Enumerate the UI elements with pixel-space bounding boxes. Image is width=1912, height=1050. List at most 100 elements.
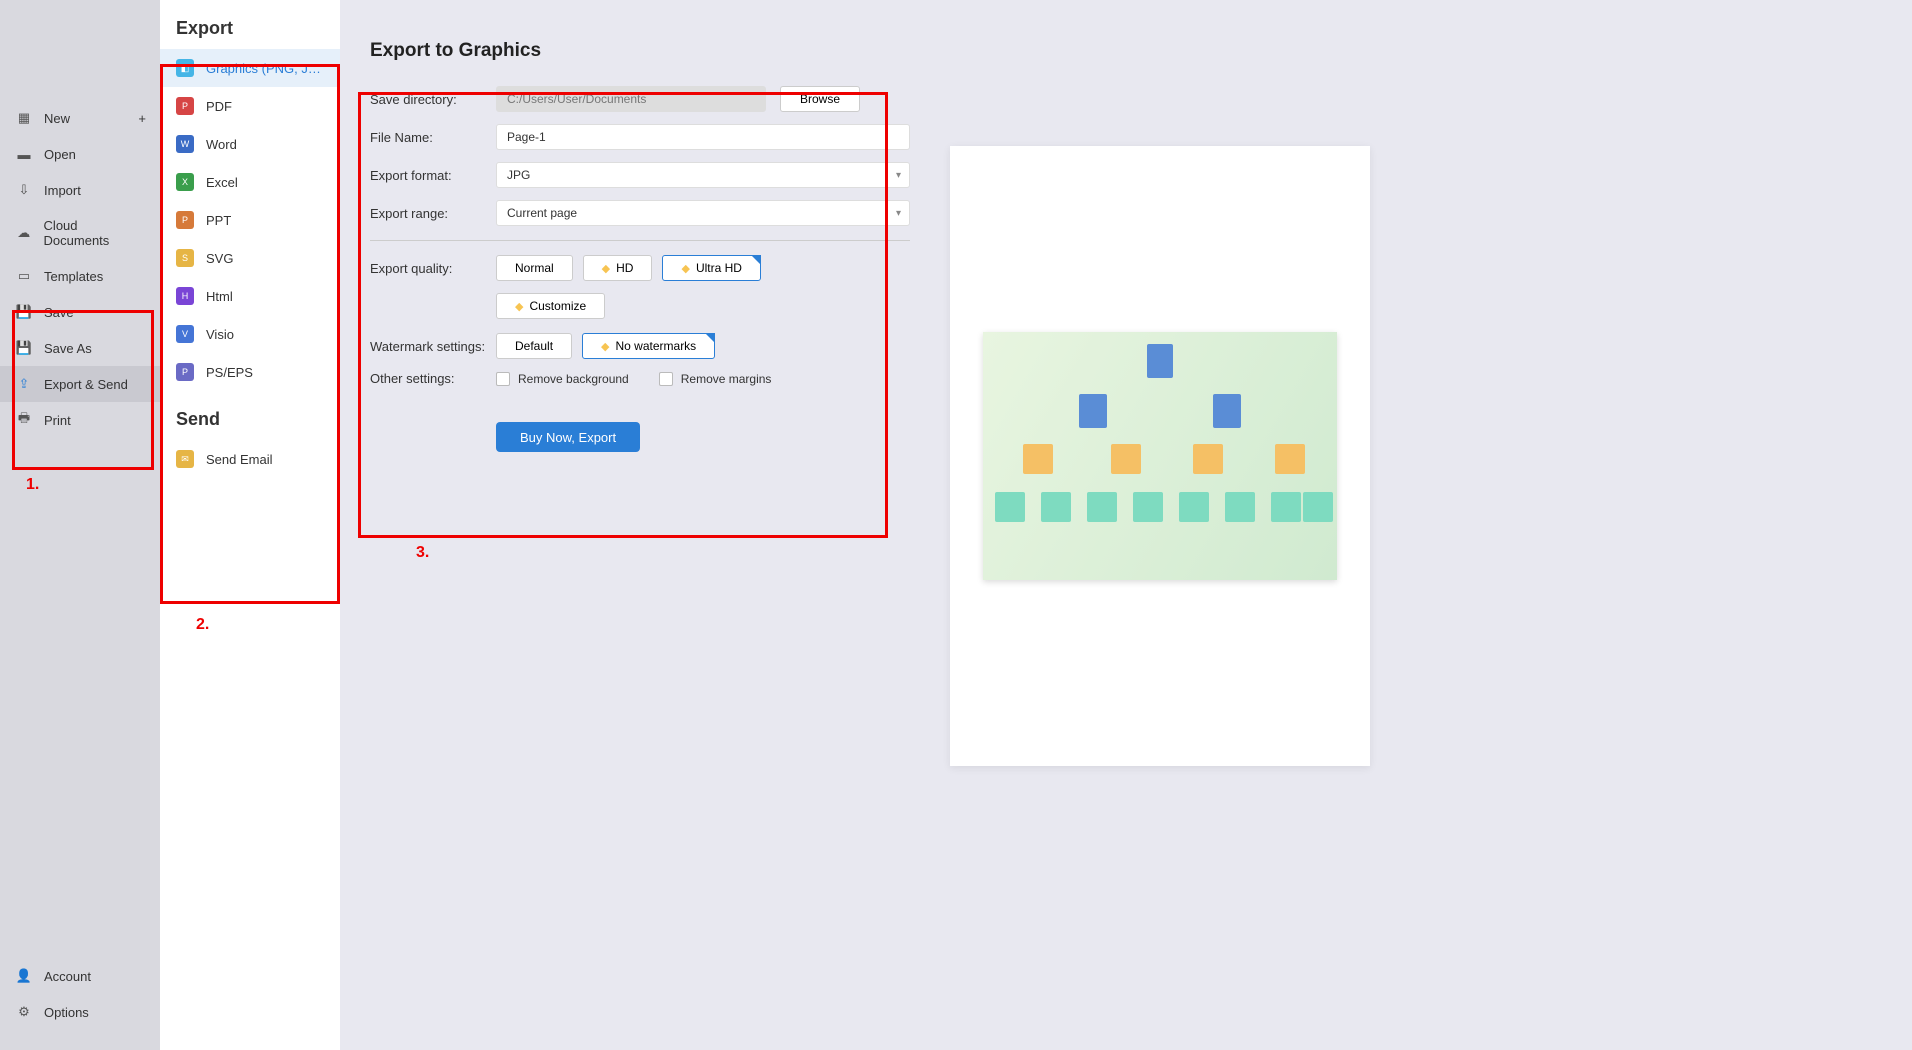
org-chart-node: [1111, 444, 1141, 474]
checkbox-icon: [659, 372, 673, 386]
ppt-icon: P: [176, 211, 194, 229]
org-chart-node: [1147, 344, 1173, 378]
quality-ultra-hd[interactable]: ◆Ultra HD: [662, 255, 760, 281]
export-svg[interactable]: S SVG: [160, 239, 340, 277]
export-format-panel: Export ◧ Graphics (PNG, JPG e... P PDF W…: [160, 0, 340, 1050]
org-chart-node: [1303, 492, 1333, 522]
export-ppt[interactable]: P PPT: [160, 201, 340, 239]
remove-background-checkbox[interactable]: Remove background: [496, 372, 629, 386]
quality-normal[interactable]: Normal: [496, 255, 573, 281]
other-options: Remove background Remove margins: [496, 372, 771, 386]
menu-cloud[interactable]: ☁ Cloud Documents: [0, 208, 160, 258]
account-icon: 👤: [16, 968, 32, 984]
print-icon: 🖶: [16, 412, 32, 428]
export-graphics-label: Graphics (PNG, JPG e...: [206, 61, 324, 76]
diamond-icon: ◆: [515, 300, 523, 313]
menu-import-label: Import: [44, 183, 81, 198]
annotation-label-2: 2.: [196, 616, 209, 634]
graphics-icon: ◧: [176, 59, 194, 77]
org-chart-node: [1087, 492, 1117, 522]
menu-templates[interactable]: ▭ Templates: [0, 258, 160, 294]
range-value: Current page: [507, 206, 577, 220]
org-chart-node: [1133, 492, 1163, 522]
org-chart-node: [1225, 492, 1255, 522]
diamond-icon: ◆: [601, 340, 609, 353]
quality-row: Export quality: Normal ◆HD ◆Ultra HD: [370, 255, 910, 281]
divider: [370, 240, 910, 241]
format-value: JPG: [507, 168, 530, 182]
folder-icon: ▬: [16, 146, 32, 162]
quality-customize[interactable]: ◆Customize: [496, 293, 605, 319]
file-name-label: File Name:: [370, 130, 496, 145]
format-row: Export format: JPG: [370, 162, 910, 188]
menu-options-label: Options: [44, 1005, 89, 1020]
export-pdf[interactable]: P PDF: [160, 87, 340, 125]
org-chart-node: [1079, 394, 1107, 428]
menu-save-as[interactable]: 💾 Save As: [0, 330, 160, 366]
export-pdf-label: PDF: [206, 99, 232, 114]
export-word-label: Word: [206, 137, 237, 152]
watermark-default[interactable]: Default: [496, 333, 572, 359]
save-icon: 💾: [16, 304, 32, 320]
export-submit-button[interactable]: Buy Now, Export: [496, 422, 640, 452]
menu-cloud-label: Cloud Documents: [44, 218, 144, 248]
save-dir-row: Save directory: Browse: [370, 86, 910, 112]
export-excel-label: Excel: [206, 175, 238, 190]
other-label: Other settings:: [370, 371, 496, 386]
menu-options[interactable]: ⚙ Options: [0, 994, 160, 1030]
template-icon: ▭: [16, 268, 32, 284]
export-visio-label: Visio: [206, 327, 234, 342]
menu-print[interactable]: 🖶 Print: [0, 402, 160, 438]
menu-open-label: Open: [44, 147, 76, 162]
org-chart-node: [1023, 444, 1053, 474]
diamond-icon: ◆: [602, 262, 610, 275]
file-name-input[interactable]: [496, 124, 910, 150]
browse-button[interactable]: Browse: [780, 86, 860, 112]
watermark-row: Watermark settings: Default ◆No watermar…: [370, 333, 910, 359]
org-chart-node: [1041, 492, 1071, 522]
menu-save-as-label: Save As: [44, 341, 92, 356]
quality-options: Normal ◆HD ◆Ultra HD: [496, 255, 761, 281]
preview-image: [983, 332, 1337, 580]
menu-export-send[interactable]: ⇪ Export & Send: [0, 366, 160, 402]
import-icon: ⇩: [16, 182, 32, 198]
export-visio[interactable]: V Visio: [160, 315, 340, 353]
file-menu-sidebar: ▦ New + ▬ Open ⇩ Import ☁ Cloud Document…: [0, 0, 160, 1050]
send-email[interactable]: ✉ Send Email: [160, 440, 340, 478]
plus-icon: ▦: [16, 110, 32, 126]
quality-hd[interactable]: ◆HD: [583, 255, 653, 281]
sidebar-bottom: 👤 Account ⚙ Options: [0, 958, 160, 1030]
export-html[interactable]: H Html: [160, 277, 340, 315]
add-icon[interactable]: +: [138, 111, 146, 126]
excel-icon: X: [176, 173, 194, 191]
annotation-label-3: 3.: [416, 544, 429, 562]
menu-new-label: New: [44, 111, 70, 126]
selected-corner-icon: [705, 333, 715, 343]
export-graphics[interactable]: ◧ Graphics (PNG, JPG e...: [160, 49, 340, 87]
org-chart-node: [1193, 444, 1223, 474]
save-dir-input: [496, 86, 766, 112]
export-form: Export to Graphics Save directory: Brows…: [370, 40, 910, 452]
menu-save[interactable]: 💾 Save: [0, 294, 160, 330]
checkbox-icon: [496, 372, 510, 386]
export-word[interactable]: W Word: [160, 125, 340, 163]
menu-import[interactable]: ⇩ Import: [0, 172, 160, 208]
visio-icon: V: [176, 325, 194, 343]
format-select[interactable]: JPG: [496, 162, 910, 188]
diamond-icon: ◆: [681, 262, 689, 275]
menu-open[interactable]: ▬ Open: [0, 136, 160, 172]
send-header: Send: [160, 391, 340, 440]
export-ps[interactable]: P PS/EPS: [160, 353, 340, 391]
export-excel[interactable]: X Excel: [160, 163, 340, 201]
range-select[interactable]: Current page: [496, 200, 910, 226]
export-ppt-label: PPT: [206, 213, 231, 228]
pdf-icon: P: [176, 97, 194, 115]
menu-account[interactable]: 👤 Account: [0, 958, 160, 994]
remove-margins-checkbox[interactable]: Remove margins: [659, 372, 772, 386]
export-html-label: Html: [206, 289, 233, 304]
menu-new[interactable]: ▦ New +: [0, 100, 160, 136]
annotation-label-1: 1.: [26, 476, 39, 494]
org-chart-node: [1179, 492, 1209, 522]
watermark-none[interactable]: ◆No watermarks: [582, 333, 715, 359]
file-name-row: File Name:: [370, 124, 910, 150]
